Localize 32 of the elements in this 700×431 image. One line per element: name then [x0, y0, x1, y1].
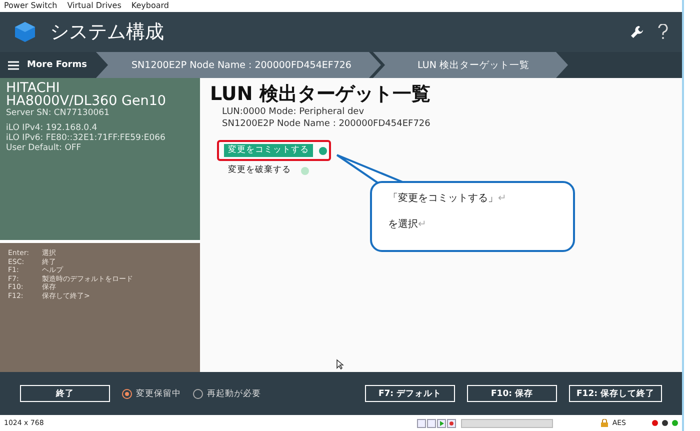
vendor-name: HITACHI — [6, 82, 60, 95]
menu-item[interactable]: Virtual Drives — [67, 0, 122, 12]
serial-number: Server SN: CN77130061 — [6, 108, 110, 118]
wrench-icon[interactable] — [630, 25, 644, 39]
menu-item[interactable]: Power Switch — [4, 0, 58, 12]
cube-logo-icon — [14, 21, 36, 43]
app-title: システム構成 — [50, 20, 164, 45]
breadcrumb-item[interactable]: LUN 検出ターゲット一覧 — [373, 52, 568, 78]
menu-icon — [8, 60, 19, 70]
info-line: User Default: OFF — [6, 143, 82, 153]
function-button[interactable]: F10: 保存 — [467, 385, 557, 402]
status-radio[interactable]: 変更保留中 — [122, 388, 181, 400]
exit-button[interactable]: 終了 — [20, 385, 110, 402]
media-controls-icon[interactable] — [417, 418, 458, 428]
breadcrumb-item[interactable]: SN1200E2P Node Name : 200000FD454EF726 — [96, 52, 381, 78]
function-button[interactable]: F7: デフォルト — [365, 385, 455, 402]
callout-text: 「変更をコミットする」↵ — [388, 192, 508, 205]
menu-item[interactable]: Keyboard — [131, 0, 169, 12]
arrow-dot-icon — [319, 146, 327, 154]
info-line: SN1200E2P Node Name : 200000FD454EF726 — [221, 118, 432, 130]
model-name: HA8000V/DL360 Gen10 — [6, 95, 168, 108]
function-button[interactable]: F12: 保存して終了 — [569, 385, 662, 402]
info-line: LUN:0000 Mode: Peripheral dev — [221, 106, 366, 118]
arrow-dot-icon — [301, 166, 309, 174]
lock-icon — [601, 419, 608, 427]
help-icon[interactable] — [658, 24, 668, 40]
page-title: LUN 検出ターゲット一覧 — [210, 82, 432, 106]
status-radio[interactable]: 再起動が必要 — [193, 388, 261, 400]
action-item[interactable]: 変更を破棄する — [224, 164, 295, 177]
info-line: iLO IPv4: 192.168.0.4 — [6, 123, 98, 133]
info-line: iLO IPv6: FE80::32E1:71FF:FE59:E066 — [6, 133, 166, 143]
callout-text: を選択↵ — [388, 218, 428, 231]
